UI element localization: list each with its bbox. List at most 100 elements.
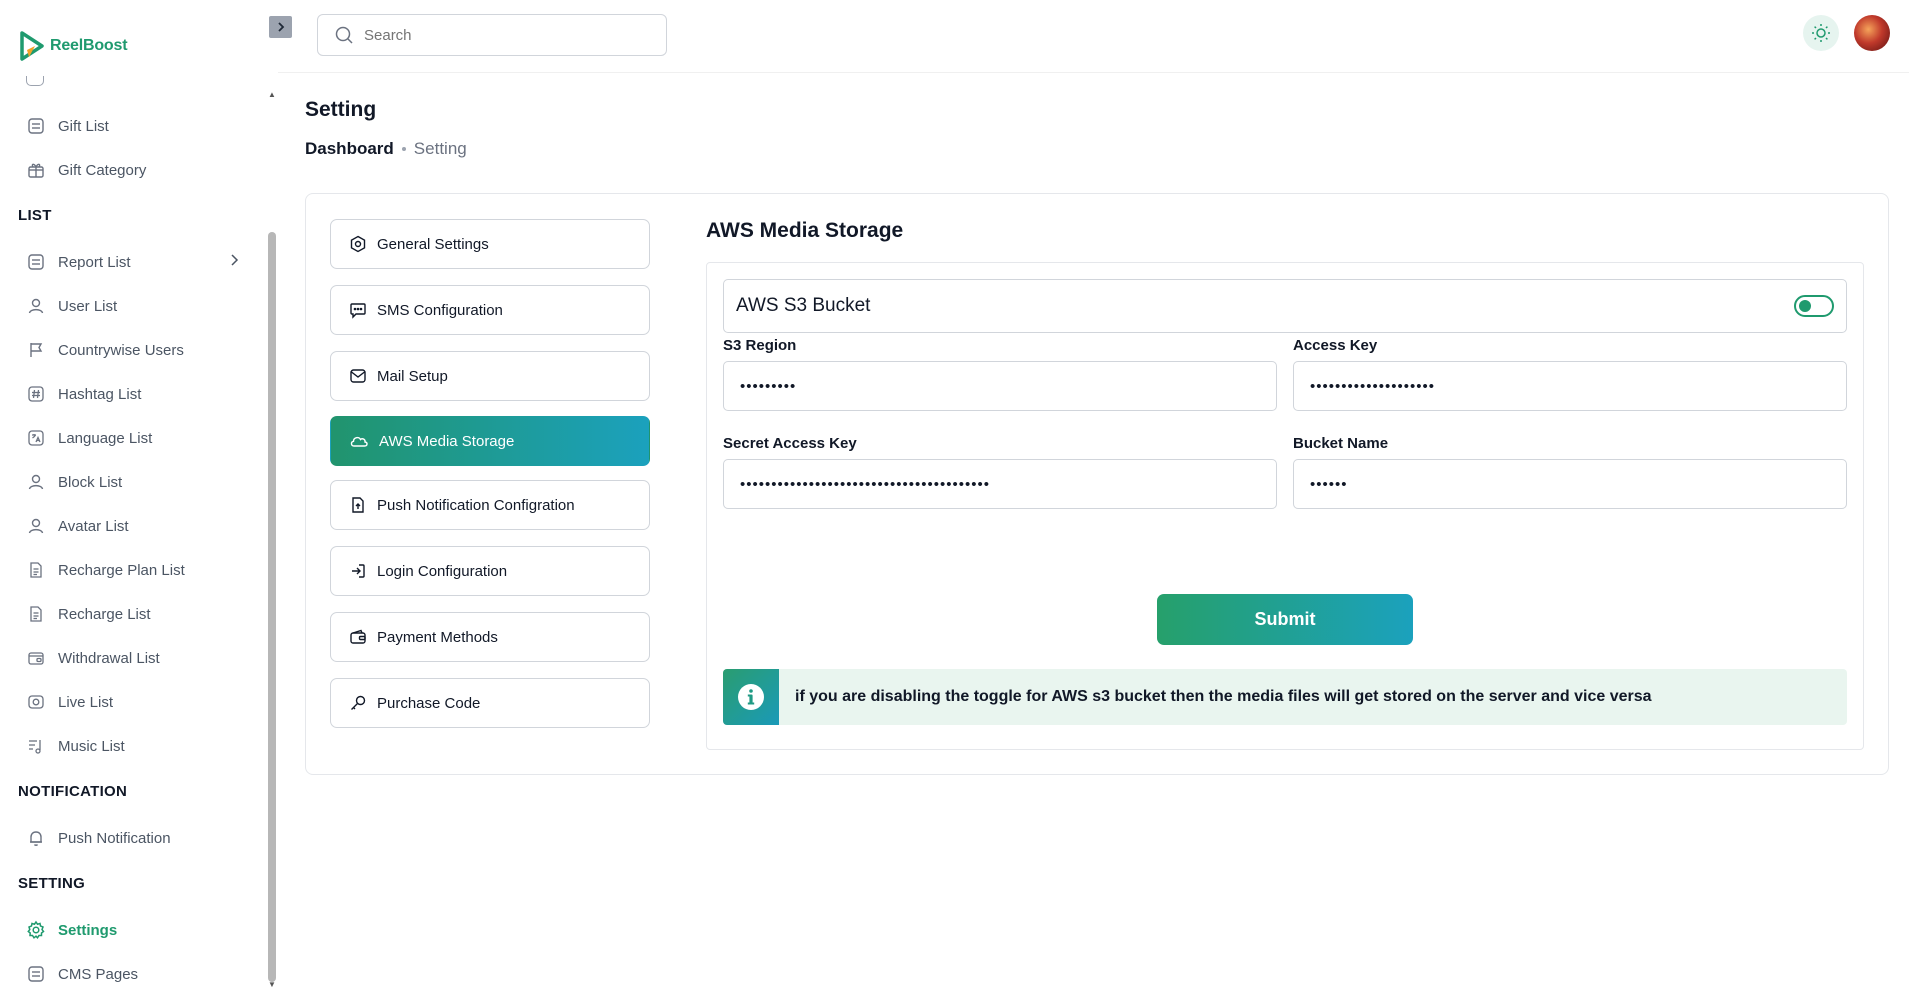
section-title-notification: NOTIFICATION	[18, 783, 128, 800]
user-icon	[26, 296, 46, 316]
sidebar-item-language-list[interactable]: Language List	[26, 426, 240, 450]
bell-icon	[26, 828, 46, 848]
bucket-name-field[interactable]: ••••••	[1293, 459, 1847, 509]
music-icon	[26, 736, 46, 756]
wallet-icon	[350, 629, 366, 644]
chevron-right-icon	[277, 22, 284, 32]
bucket-name-value: ••••••	[1310, 475, 1348, 493]
sidebar-item-label: Recharge Plan List	[58, 561, 185, 579]
secret-access-key-field[interactable]: ••••••••••••••••••••••••••••••••••••••••	[723, 459, 1277, 509]
header-divider	[278, 72, 1909, 73]
sidebar-item-label: Live List	[58, 693, 114, 711]
scroll-up-arrow[interactable]: ▲	[268, 90, 276, 99]
sidebar-item-label: User List	[58, 297, 118, 315]
gift-icon	[26, 160, 46, 180]
sidebar-item-recharge-plan-list[interactable]: Recharge Plan List	[26, 558, 240, 582]
menu-login-configuration[interactable]: Login Configuration	[330, 546, 650, 596]
section-title-setting: SETTING	[18, 875, 86, 892]
info-banner: if you are disabling the toggle for AWS …	[723, 669, 1847, 725]
aws-s3-toggle-label: AWS S3 Bucket	[736, 295, 871, 316]
search-input[interactable]	[364, 26, 644, 44]
search-bar[interactable]	[317, 14, 667, 56]
live-icon	[26, 692, 46, 712]
access-key-value: ••••••••••••••••••••	[1310, 377, 1436, 395]
sidebar-item-music-list[interactable]: Music List	[26, 734, 240, 758]
sidebar-item-push-notification[interactable]: Push Notification	[26, 826, 240, 850]
sun-icon	[1812, 24, 1830, 42]
sidebar-scrollbar[interactable]	[268, 232, 276, 982]
hashtag-icon	[26, 384, 46, 404]
sidebar-item-block-list[interactable]: Block List	[26, 470, 240, 494]
s3-region-field[interactable]: •••••••••	[723, 361, 1277, 411]
breadcrumb-current: Setting	[413, 139, 467, 158]
key-icon	[351, 695, 366, 710]
file-upload-icon	[352, 497, 364, 513]
sidebar-item-label: Block List	[58, 473, 123, 491]
report-icon	[26, 252, 46, 272]
menu-aws-media-storage[interactable]: AWS Media Storage	[330, 416, 650, 466]
breadcrumb: Dashboard Setting	[305, 139, 467, 159]
scroll-down-arrow[interactable]: ▼	[268, 980, 276, 989]
avatar-icon	[26, 516, 46, 536]
sidebar-item-label: Report List	[58, 253, 131, 271]
menu-mail-setup[interactable]: Mail Setup	[330, 351, 650, 401]
pages-icon	[26, 964, 46, 984]
sidebar-item-gift-list[interactable]: Gift List	[26, 114, 240, 138]
menu-payment-methods[interactable]: Payment Methods	[330, 612, 650, 662]
access-key-label: Access Key	[1293, 337, 1378, 354]
withdrawal-icon	[26, 648, 46, 668]
sidebar-item-report-list[interactable]: Report List	[26, 250, 240, 274]
app-name: ReelBoost	[50, 37, 128, 54]
user-avatar[interactable]	[1854, 15, 1890, 51]
menu-sms-configuration[interactable]: SMS Configuration	[330, 285, 650, 335]
sidebar-item-gift-category[interactable]: Gift Category	[26, 158, 240, 182]
sidebar-item-label: Gift List	[58, 117, 109, 135]
search-icon	[335, 26, 353, 44]
sidebar-item-settings[interactable]: Settings	[26, 918, 240, 942]
menu-label: Payment Methods	[377, 628, 498, 646]
menu-general-settings[interactable]: General Settings	[330, 219, 650, 269]
sidebar-item-label: CMS Pages	[58, 965, 139, 983]
flag-icon	[26, 340, 46, 360]
panel-title: AWS Media Storage	[706, 219, 904, 242]
page-title: Setting	[305, 98, 377, 121]
document-icon	[26, 604, 46, 624]
access-key-field[interactable]: ••••••••••••••••••••	[1293, 361, 1847, 411]
logo-icon	[20, 31, 44, 61]
aws-s3-toggle-row: AWS S3 Bucket	[723, 279, 1847, 333]
user-block-icon	[26, 472, 46, 492]
section-title-list: LIST	[18, 207, 52, 224]
breadcrumb-dashboard-link[interactable]: Dashboard	[305, 139, 394, 159]
breadcrumb-separator	[401, 147, 406, 151]
menu-push-notification-configration[interactable]: Push Notification Configration	[330, 480, 650, 530]
secret-access-key-label: Secret Access Key	[723, 435, 857, 452]
chevron-right-icon	[228, 253, 240, 271]
sidebar-item-label: Withdrawal List	[58, 649, 160, 667]
sidebar-item-label: Language List	[58, 429, 153, 447]
sidebar-item-withdrawal-list[interactable]: Withdrawal List	[26, 646, 240, 670]
sidebar-toggle-button[interactable]	[269, 16, 292, 38]
sidebar-item-avatar-list[interactable]: Avatar List	[26, 514, 240, 538]
aws-s3-toggle-switch[interactable]	[1794, 295, 1834, 317]
sidebar-item-label: Countrywise Users	[58, 341, 184, 359]
sidebar-item-label: Gift Category	[58, 161, 147, 179]
list-icon	[26, 116, 46, 136]
sidebar-item-countrywise-users[interactable]: Countrywise Users	[26, 338, 240, 362]
secret-access-key-value: ••••••••••••••••••••••••••••••••••••••••	[740, 475, 991, 493]
info-icon	[738, 684, 764, 710]
menu-label: Login Configuration	[377, 562, 508, 580]
menu-label: Push Notification Configration	[377, 496, 575, 514]
sidebar-item-label: Music List	[58, 737, 125, 755]
s3-region-value: •••••••••	[740, 377, 797, 395]
s3-region-label: S3 Region	[723, 337, 797, 354]
app-logo[interactable]: ReelBoost	[18, 30, 128, 62]
menu-purchase-code[interactable]: Purchase Code	[330, 678, 650, 728]
sidebar-item-live-list[interactable]: Live List	[26, 690, 240, 714]
bucket-name-label: Bucket Name	[1293, 435, 1389, 452]
sidebar-item-recharge-list[interactable]: Recharge List	[26, 602, 240, 626]
sidebar-item-hashtag-list[interactable]: Hashtag List	[26, 382, 240, 406]
sidebar-item-cms-pages[interactable]: CMS Pages	[26, 962, 240, 986]
theme-toggle-button[interactable]	[1803, 15, 1839, 51]
submit-button[interactable]: Submit	[1157, 594, 1413, 645]
sidebar-item-user-list[interactable]: User List	[26, 294, 240, 318]
